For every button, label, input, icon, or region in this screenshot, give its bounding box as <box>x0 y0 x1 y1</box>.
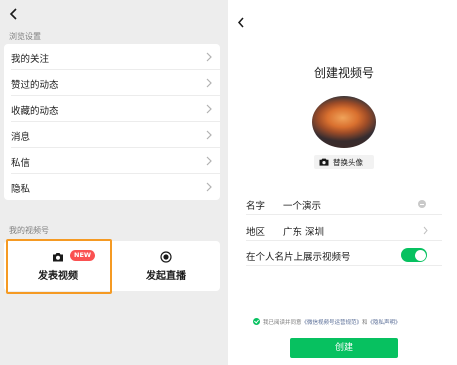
menu-item-label: 私信 <box>11 158 31 169</box>
menu-item-private-messages[interactable]: 私信 <box>4 148 220 174</box>
agree-checkbox[interactable] <box>253 318 260 325</box>
privacy-statement-link[interactable]: 《隐私声明》 <box>368 320 401 326</box>
agreement-text: 我已阅读并同意《微信视频号运营规范》和《隐私声明》 <box>263 318 401 326</box>
name-field[interactable]: 一个演示 <box>283 198 321 212</box>
start-live-label: 发起直播 <box>146 271 186 282</box>
chevron-right-icon <box>206 130 212 140</box>
region-label: 地区 <box>246 227 266 238</box>
chevron-right-icon <box>206 104 212 114</box>
highlight-box <box>6 239 112 294</box>
start-live-button[interactable]: 发起直播 <box>112 241 220 291</box>
avatar[interactable] <box>312 96 376 148</box>
browse-settings-label: 浏览设置 <box>9 32 41 41</box>
show-on-card-label: 在个人名片上展示视频号 <box>246 252 351 263</box>
show-on-card-row: 在个人名片上展示视频号 <box>246 244 442 266</box>
chevron-right-icon <box>206 156 212 166</box>
settings-menu: 我的关注 赞过的动态 收藏的动态 消息 私信 隐私 <box>4 44 220 200</box>
operation-rules-link[interactable]: 《微信视频号运营规范》 <box>302 320 363 326</box>
divider <box>246 240 442 241</box>
chevron-right-icon <box>206 52 212 62</box>
live-icon <box>160 251 172 263</box>
chevron-right-icon <box>206 78 212 88</box>
region-value: 广东 深圳 <box>283 227 325 238</box>
change-avatar-label: 替换头像 <box>333 158 363 167</box>
menu-item-liked[interactable]: 赞过的动态 <box>4 70 220 96</box>
menu-item-label: 隐私 <box>11 184 31 195</box>
agreement-row: 我已阅读并同意《微信视频号运营规范》和《隐私声明》 <box>253 317 453 327</box>
chevron-right-icon <box>423 226 428 235</box>
chevron-right-icon <box>206 182 212 192</box>
page-title: 创建视频号 <box>313 66 374 80</box>
menu-item-privacy[interactable]: 隐私 <box>4 174 220 200</box>
menu-item-label: 我的关注 <box>11 54 50 65</box>
menu-item-favorites[interactable]: 收藏的动态 <box>4 96 220 122</box>
toggle-knob <box>414 249 426 261</box>
change-avatar-button[interactable]: 替换头像 <box>314 155 374 169</box>
name-row[interactable]: 名字 一个演示 <box>246 193 442 215</box>
menu-item-messages[interactable]: 消息 <box>4 122 220 148</box>
my-channel-label: 我的视频号 <box>9 226 49 235</box>
create-button[interactable]: 创建 <box>290 338 398 358</box>
menu-item-label: 赞过的动态 <box>11 80 59 91</box>
settings-panel: 浏览设置 我的关注 赞过的动态 收藏的动态 消息 私信 隐私 我的视频号 NEW… <box>0 0 228 365</box>
back-arrow-icon[interactable] <box>235 15 247 30</box>
name-label: 名字 <box>246 201 266 212</box>
menu-item-label: 收藏的动态 <box>11 106 59 117</box>
menu-item-following[interactable]: 我的关注 <box>4 44 220 70</box>
clear-icon[interactable] <box>418 200 426 208</box>
region-row[interactable]: 地区 广东 深圳 <box>246 219 442 241</box>
back-arrow-icon[interactable] <box>7 6 21 22</box>
create-channel-panel: 创建视频号 替换头像 名字 一个演示 地区 广东 深圳 在个人名片上展示视频号 … <box>231 0 457 365</box>
show-on-card-toggle[interactable] <box>401 248 427 262</box>
divider <box>246 214 442 215</box>
divider <box>246 265 442 266</box>
agreement-prefix: 我已阅读并同意 <box>263 320 302 326</box>
camera-icon <box>319 158 329 166</box>
menu-item-label: 消息 <box>11 132 31 143</box>
